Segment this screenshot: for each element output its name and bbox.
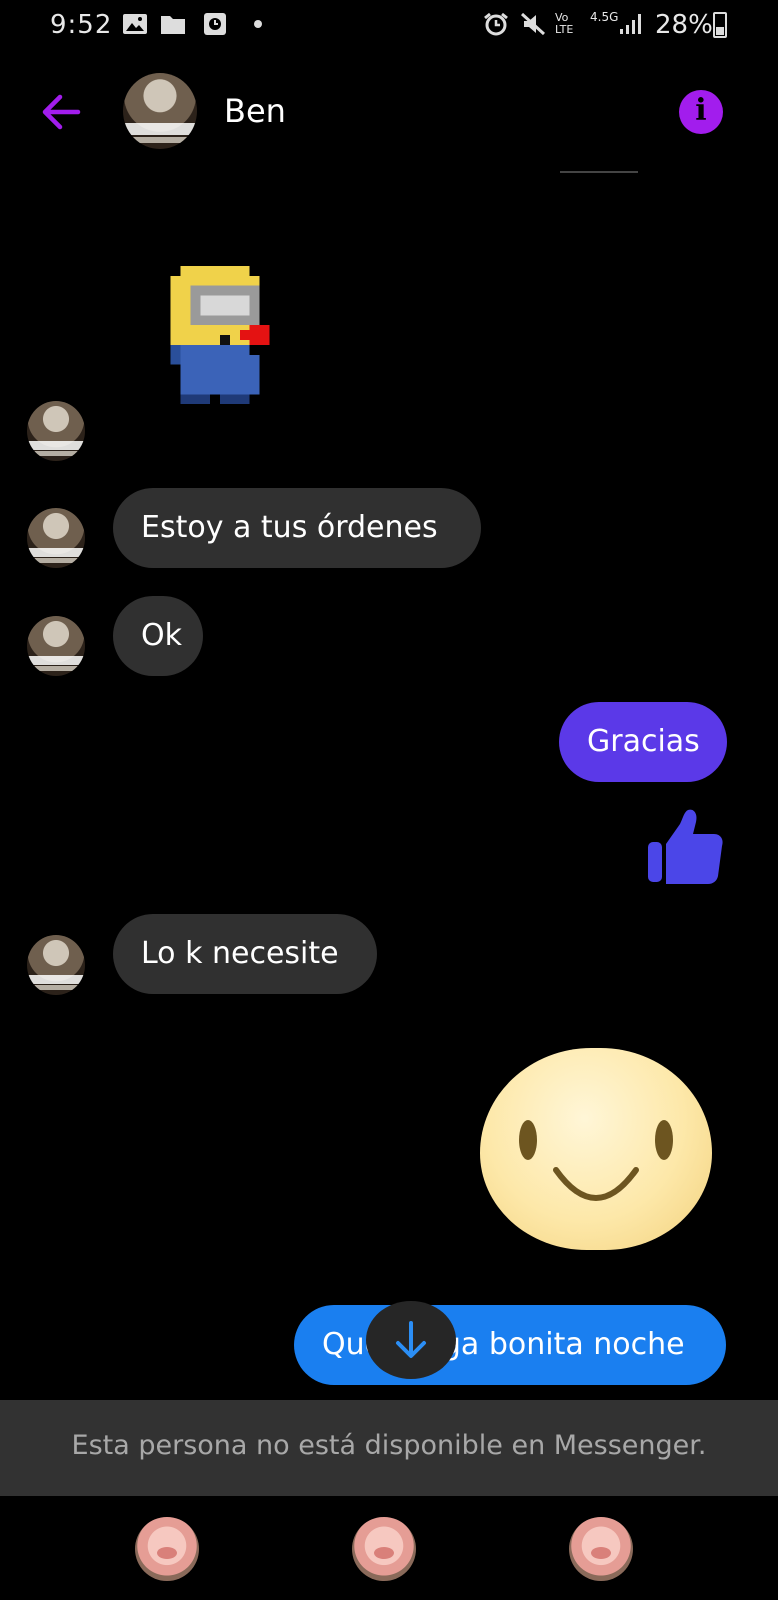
scroll-down-button[interactable] <box>366 1301 456 1379</box>
divider <box>560 171 638 173</box>
back-arrow-icon[interactable] <box>38 88 86 136</box>
pig-avatar[interactable] <box>352 1517 416 1581</box>
arrow-down-icon <box>396 1321 426 1358</box>
alarm-icon <box>484 12 508 36</box>
info-icon[interactable]: i <box>679 90 723 134</box>
pig-avatar[interactable] <box>569 1517 633 1581</box>
contact-avatar-small[interactable] <box>27 401 85 461</box>
image-icon <box>123 14 147 34</box>
sent-message[interactable]: Que tenga bonita noche <box>294 1305 726 1385</box>
contact-avatar-small[interactable] <box>27 935 85 995</box>
sent-message[interactable]: Gracias <box>559 702 727 782</box>
thumbs-up-icon[interactable] <box>646 806 726 886</box>
received-message[interactable]: Ok <box>113 596 203 676</box>
status-bar: 9:52 Vo LTE 4.5G 28% <box>0 0 778 52</box>
battery-percent: 28% <box>655 10 713 40</box>
status-time: 9:52 <box>50 10 113 40</box>
minion-sticker[interactable] <box>170 266 280 414</box>
received-message[interactable]: Lo k necesite <box>113 914 377 994</box>
smiley-face-icon <box>519 1120 673 1201</box>
signal-icon <box>620 14 641 34</box>
dot-icon <box>254 20 262 28</box>
clock-app-icon <box>204 13 226 35</box>
network-label: 4.5G <box>590 10 619 24</box>
received-message[interactable]: Estoy a tus órdenes <box>113 488 481 568</box>
contact-name[interactable]: Ben <box>224 92 286 130</box>
pig-avatar[interactable] <box>135 1517 199 1581</box>
contact-avatar-small[interactable] <box>27 508 85 568</box>
mute-icon <box>520 12 546 36</box>
smiley-sticker[interactable] <box>480 1048 712 1250</box>
folder-icon <box>161 16 185 34</box>
contact-avatar-small[interactable] <box>27 616 85 676</box>
contact-avatar[interactable] <box>123 73 197 149</box>
battery-icon <box>713 12 727 38</box>
volte-label: Vo LTE <box>555 11 574 36</box>
unavailable-text: Esta persona no está disponible en Messe… <box>71 1430 707 1461</box>
unavailable-banner: Esta persona no está disponible en Messe… <box>0 1400 778 1496</box>
info-glyph: i <box>695 93 707 128</box>
